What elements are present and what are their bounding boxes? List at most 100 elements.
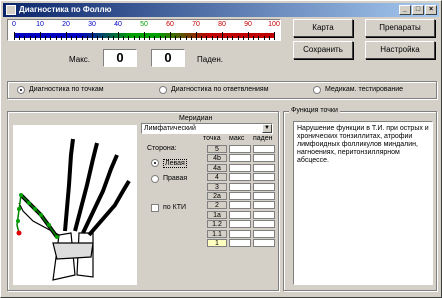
app-icon — [6, 5, 16, 15]
point-cell[interactable]: 4 — [207, 173, 227, 182]
point-cell[interactable]: 5 — [207, 145, 227, 153]
meridian-value: Лимфатический — [144, 125, 196, 132]
map-button[interactable]: Карта — [293, 19, 353, 37]
side-radio-left[interactable] — [151, 159, 159, 167]
max-cell[interactable] — [229, 154, 251, 163]
scale-tick — [76, 36, 78, 40]
side-radio-right[interactable] — [151, 175, 159, 183]
max-cell[interactable] — [229, 210, 251, 219]
fall-cell[interactable] — [253, 163, 275, 172]
point-cell[interactable]: 4b — [207, 154, 227, 163]
title-bar: Диагностика по Фоллю _ □ × — [3, 3, 439, 17]
scale-tick — [50, 36, 52, 40]
scale-tick — [159, 36, 161, 40]
point-function-text: Нарушение функции в Т.И. при острых и хр… — [297, 125, 429, 164]
col-header-point: точка — [203, 135, 221, 142]
max-cell[interactable] — [229, 182, 251, 191]
max-cell[interactable] — [229, 145, 251, 153]
mode-radio-branches[interactable] — [159, 86, 167, 94]
settings-button[interactable]: Настройка — [365, 41, 435, 59]
mode-radio-points[interactable] — [17, 86, 25, 94]
meridian-select[interactable]: Лимфатический ▼ — [141, 123, 273, 134]
fall-cell[interactable] — [253, 201, 275, 210]
scale-tick-label: 10 — [36, 21, 44, 28]
minimize-button[interactable]: _ — [399, 5, 411, 15]
drugs-button[interactable]: Препараты — [365, 19, 435, 37]
col-header-fall: паден — [253, 135, 273, 142]
scale-tick — [133, 36, 135, 40]
fall-cell[interactable] — [253, 145, 275, 153]
fall-cell[interactable] — [253, 154, 275, 163]
mode-label-branches: Диагностика по ответвлениям — [171, 86, 269, 93]
scale-tick — [19, 36, 21, 40]
scale-tick — [180, 36, 182, 40]
save-button[interactable]: Сохранить — [293, 41, 353, 59]
scale-tick — [196, 32, 197, 40]
chevron-down-icon[interactable]: ▼ — [262, 124, 272, 133]
mode-radio-drug-testing[interactable] — [313, 86, 321, 94]
fall-cell[interactable] — [253, 220, 275, 229]
main-window: Диагностика по Фоллю _ □ × 0 10 20 30 40 50 60… — [0, 0, 442, 298]
scale-tick — [128, 36, 130, 40]
scale-tick-label: 40 — [114, 21, 122, 28]
fall-cell[interactable] — [253, 192, 275, 200]
scale-tick — [71, 36, 73, 40]
close-button[interactable]: × — [425, 5, 437, 15]
kti-checkbox[interactable] — [151, 204, 159, 212]
scale-tick — [222, 32, 223, 40]
max-cell[interactable] — [229, 201, 251, 210]
scale-tick — [138, 36, 140, 40]
max-cell[interactable] — [229, 192, 251, 200]
point-cell[interactable]: 3 — [207, 182, 227, 191]
scale-tick — [206, 36, 208, 40]
window-title: Диагностика по Фоллю — [19, 5, 112, 14]
fall-value: 0 — [164, 50, 172, 65]
fall-cell[interactable] — [253, 229, 275, 238]
side-label-left: Левая — [163, 159, 187, 168]
max-cell[interactable] — [229, 239, 251, 247]
fall-cell[interactable] — [253, 182, 275, 191]
scale-tick — [175, 36, 177, 40]
point-function-text-box[interactable]: Нарушение функции в Т.И. при острых и хр… — [293, 121, 433, 285]
scale-tick — [14, 32, 15, 40]
scale-tick — [170, 32, 171, 40]
point-cell[interactable]: 2a — [207, 192, 227, 200]
point-cell[interactable]: 1.2 — [207, 220, 227, 229]
scale-tick — [263, 36, 265, 40]
scale-tick — [227, 36, 229, 40]
mode-label-drug-testing: Медикам. тестирование — [325, 86, 404, 93]
scale-tick — [92, 32, 93, 40]
point-cell[interactable]: 1a — [207, 210, 227, 219]
fall-value-box: 0 — [151, 49, 185, 67]
scale-tick-label: 20 — [62, 21, 70, 28]
scale-tick-label: 90 — [244, 21, 252, 28]
max-cell[interactable] — [229, 229, 251, 238]
fall-label: Паден. — [197, 55, 223, 64]
fall-cell[interactable] — [253, 210, 275, 219]
scale-tick-label: 60 — [166, 21, 174, 28]
scale-tick-label: 80 — [218, 21, 226, 28]
maximize-button[interactable]: □ — [412, 5, 424, 15]
hand-skeleton-image[interactable] — [13, 125, 137, 285]
fall-cell[interactable] — [253, 239, 275, 247]
scale-tick — [40, 32, 41, 40]
scale-tick — [107, 36, 109, 40]
max-cell[interactable] — [229, 220, 251, 229]
scale-tick — [258, 36, 260, 40]
scale-tick — [81, 36, 83, 40]
scale-tick — [216, 36, 218, 40]
point-cell[interactable]: 1 — [207, 239, 227, 247]
point-cell[interactable]: 2 — [207, 201, 227, 210]
scale-tick — [242, 36, 244, 40]
scale-tick-label: 50 — [140, 21, 148, 28]
max-cell[interactable] — [229, 163, 251, 172]
point-cell[interactable]: 4a — [207, 163, 227, 172]
scale-tick — [144, 32, 145, 40]
scale-tick — [274, 32, 275, 40]
points-table: 5 4b 4a 4 3 2a 2 1a 1.2 1.1 1 — [207, 145, 277, 249]
kti-label: по КТИ — [163, 204, 187, 211]
fall-cell[interactable] — [253, 173, 275, 182]
max-cell[interactable] — [229, 173, 251, 182]
col-header-max: макс — [229, 135, 245, 142]
point-cell[interactable]: 1.1 — [207, 229, 227, 238]
